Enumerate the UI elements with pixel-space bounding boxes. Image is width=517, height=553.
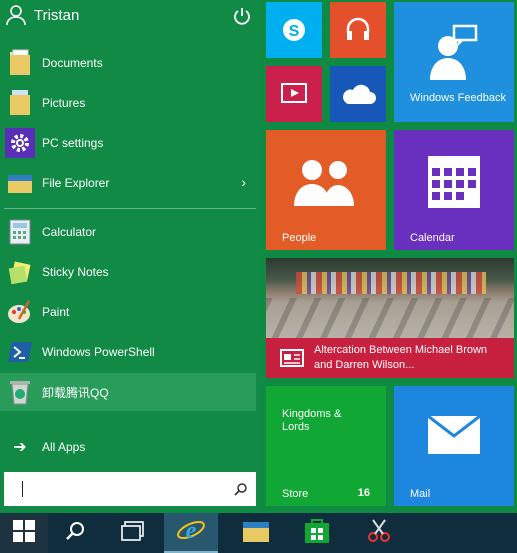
sticky-notes-icon bbox=[5, 257, 35, 287]
power-icon[interactable] bbox=[232, 6, 252, 26]
taskbar-snipping-tool[interactable] bbox=[352, 513, 406, 553]
app-uninstall-qq[interactable]: 卸载腾讯QQ bbox=[0, 373, 256, 411]
folder-pictures-icon bbox=[5, 88, 35, 118]
tile-music[interactable] bbox=[330, 2, 386, 58]
internet-explorer-icon: e bbox=[176, 515, 206, 550]
search-icon[interactable] bbox=[234, 482, 248, 496]
app-calculator[interactable]: Calculator bbox=[0, 213, 256, 251]
tile-mail[interactable]: Mail bbox=[394, 386, 514, 506]
place-pc-settings[interactable]: PC settings bbox=[0, 124, 256, 162]
uninstall-qq-icon bbox=[5, 377, 35, 407]
task-view-button[interactable] bbox=[112, 513, 154, 553]
user-name: Tristan bbox=[34, 6, 80, 24]
headphones-icon bbox=[344, 15, 372, 48]
tile-people[interactable]: People bbox=[266, 130, 386, 250]
start-menu-left-pane: Tristan Documents Pictures PC settings F… bbox=[0, 0, 262, 513]
news-icon bbox=[280, 348, 304, 373]
gear-icon bbox=[5, 128, 35, 158]
start-icon bbox=[13, 519, 35, 547]
taskbar-store[interactable] bbox=[290, 513, 344, 553]
app-windows-powershell[interactable]: Windows PowerShell bbox=[0, 333, 256, 371]
arrow-right-icon: ➔ bbox=[13, 439, 27, 456]
text-cursor bbox=[22, 481, 23, 497]
chevron-right-icon[interactable]: › bbox=[241, 174, 246, 190]
news-band: Altercation Between Michael Brown and Da… bbox=[266, 338, 514, 378]
divider bbox=[4, 208, 256, 209]
calculator-icon bbox=[5, 217, 35, 247]
tile-label: People bbox=[282, 232, 317, 244]
tile-calendar[interactable]: Calendar bbox=[394, 130, 514, 250]
task-view-icon bbox=[121, 520, 145, 547]
svg-text:e: e bbox=[186, 518, 197, 544]
place-pictures[interactable]: Pictures bbox=[0, 84, 256, 122]
tile-skype[interactable]: S bbox=[266, 2, 322, 58]
store-icon bbox=[303, 517, 331, 550]
all-apps-button[interactable]: ➔ All Apps bbox=[0, 428, 256, 466]
people-icon bbox=[292, 158, 358, 213]
folder-documents-icon bbox=[5, 48, 35, 78]
store-badge: 16 bbox=[357, 487, 370, 499]
taskbar-search-button[interactable] bbox=[54, 513, 96, 553]
powershell-icon bbox=[5, 337, 35, 367]
paint-icon bbox=[5, 297, 35, 327]
tile-label: Calendar bbox=[410, 232, 455, 244]
calendar-icon bbox=[426, 154, 482, 215]
start-button[interactable] bbox=[0, 513, 48, 553]
tile-label: Store bbox=[282, 488, 309, 500]
tile-label: Windows Feedback bbox=[410, 92, 506, 104]
taskbar-internet-explorer[interactable]: e bbox=[164, 513, 218, 553]
file-explorer-icon bbox=[5, 168, 35, 198]
mail-icon bbox=[426, 414, 482, 461]
user-avatar-icon bbox=[4, 3, 28, 27]
tile-label: Mail bbox=[410, 488, 431, 500]
taskbar: e bbox=[0, 513, 517, 553]
store-promo-title: Kingdoms & Lords bbox=[282, 408, 342, 433]
news-photo bbox=[266, 258, 514, 338]
app-paint[interactable]: Paint bbox=[0, 293, 256, 331]
taskbar-file-explorer[interactable] bbox=[226, 513, 286, 553]
place-documents[interactable]: Documents bbox=[0, 44, 256, 82]
place-file-explorer[interactable]: File Explorer › bbox=[0, 164, 256, 202]
search-icon bbox=[64, 520, 86, 547]
tile-onedrive[interactable] bbox=[330, 66, 386, 122]
tile-video[interactable] bbox=[266, 66, 322, 122]
video-icon bbox=[280, 81, 308, 110]
user-account[interactable]: Tristan bbox=[4, 2, 79, 28]
search-input[interactable] bbox=[4, 472, 256, 506]
skype-icon: S bbox=[280, 16, 308, 49]
tile-windows-feedback[interactable]: Windows Feedback bbox=[394, 2, 514, 122]
tile-store[interactable]: Kingdoms & Lords Store 16 bbox=[266, 386, 386, 506]
feedback-icon bbox=[424, 24, 480, 89]
tile-news[interactable]: Altercation Between Michael Brown and Da… bbox=[266, 258, 514, 378]
svg-text:S: S bbox=[289, 23, 300, 40]
app-sticky-notes[interactable]: Sticky Notes bbox=[0, 253, 256, 291]
file-explorer-icon bbox=[241, 518, 271, 549]
news-headline: Altercation Between Michael Brown and Da… bbox=[314, 344, 488, 371]
cloud-icon bbox=[340, 84, 376, 111]
snipping-tool-icon bbox=[365, 517, 393, 550]
